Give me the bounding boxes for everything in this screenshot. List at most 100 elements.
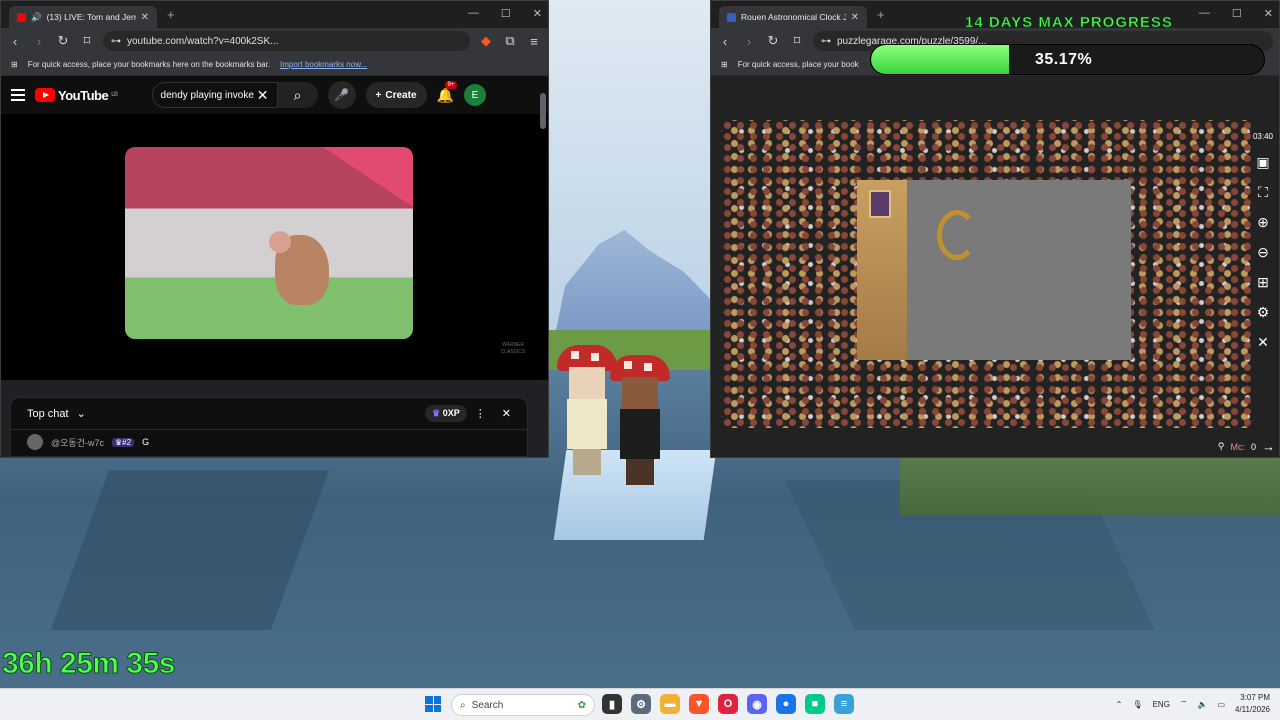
player-character — [610, 355, 670, 485]
close-window-icon[interactable]: ✕ — [533, 7, 542, 20]
clear-search-icon[interactable]: ✕ — [257, 87, 269, 104]
chevron-up-icon[interactable]: ⌃ — [1116, 700, 1123, 709]
bookmarks-message: For quick access, place your bookmarks h… — [27, 60, 271, 69]
search-icon: ⌕ — [293, 86, 302, 103]
forward-icon[interactable]: › — [741, 34, 757, 49]
new-tab-icon[interactable]: + — [877, 7, 885, 22]
maximize-icon[interactable]: ☐ — [1232, 7, 1242, 20]
chat-text: G — [142, 437, 150, 447]
file-explorer-icon[interactable]: ▬ — [660, 694, 680, 714]
chevron-down-icon[interactable]: ⌄ — [77, 407, 86, 420]
chat-mode-dropdown[interactable]: Top chat — [27, 408, 69, 420]
maximize-icon[interactable]: ☐ — [501, 7, 511, 20]
minimize-icon[interactable]: — — [468, 7, 479, 20]
windows-start-icon[interactable] — [425, 696, 441, 712]
back-icon[interactable]: ‹ — [7, 34, 23, 49]
video-player[interactable]: WARNER CLASSICS — [1, 114, 548, 380]
puzzle-timer: 03:40 — [1252, 132, 1274, 141]
tab-puzzle[interactable]: Rouen Astronomical Clock Jigsaw ✕ — [719, 6, 867, 28]
site-info-icon[interactable]: ⊶ — [111, 36, 121, 47]
chrome-icon[interactable]: ● — [776, 694, 796, 714]
opera-icon[interactable]: O — [718, 694, 738, 714]
settings-icon[interactable]: ⚙ — [631, 694, 651, 714]
notepad-icon[interactable]: ≡ — [834, 694, 854, 714]
reload-icon[interactable]: ↻ — [765, 33, 781, 49]
taskbar-search[interactable]: ⌕ Search ✿ — [451, 694, 595, 716]
close-chat-icon[interactable]: ✕ — [502, 407, 511, 420]
player-character — [557, 345, 617, 475]
chat-message: @오동건-w7c ♛#2 G — [11, 430, 527, 454]
reload-icon[interactable]: ↻ — [55, 33, 71, 49]
menu-icon[interactable]: ≡ — [526, 34, 542, 49]
tab-title: Rouen Astronomical Clock Jigsaw — [741, 12, 846, 22]
logo-badge: LB — [111, 92, 118, 98]
close-tab-icon[interactable]: ✕ — [851, 12, 859, 23]
voice-search-button[interactable]: 🎤 — [327, 81, 356, 109]
zoom-out-icon[interactable]: ⊖ — [1257, 244, 1269, 261]
plus-icon: + — [375, 89, 382, 101]
create-button[interactable]: + Create — [365, 82, 427, 108]
clock[interactable]: 3:07 PM 4/11/2026 — [1235, 692, 1270, 716]
obs-icon[interactable]: ■ — [805, 694, 825, 714]
zoom-in-icon[interactable]: ⊕ — [1257, 214, 1269, 231]
language-indicator[interactable]: ENG — [1153, 700, 1170, 709]
extensions-icon[interactable]: ⧉ — [502, 33, 518, 49]
bookmarks-bar: ⊞ For quick access, place your bookmarks… — [1, 54, 548, 76]
crown-icon: ♛ — [432, 408, 441, 418]
more-options-icon[interactable]: ⋮ — [475, 407, 486, 420]
rank-badge: ♛#2 — [111, 437, 135, 447]
arrow-right-icon[interactable]: → — [1262, 439, 1275, 454]
bookmark-icon[interactable]: ⌑ — [789, 33, 805, 49]
puzzle-board[interactable] — [857, 180, 1131, 360]
site-info-icon[interactable]: ⊶ — [821, 36, 831, 47]
speaker-icon[interactable]: 🔊 — [31, 12, 42, 23]
search-button[interactable]: ⌕ — [277, 82, 318, 108]
notifications-button[interactable]: 🔔 9+ — [437, 80, 458, 104]
assembled-window — [869, 190, 891, 218]
brave-shield-icon[interactable]: ◆ — [478, 33, 494, 49]
settings-icon[interactable]: ⚙ — [1257, 304, 1270, 321]
volume-icon[interactable]: 🔈 — [1197, 700, 1207, 709]
taskbar: ⌕ Search ✿ ▮ ⚙ ▬ ▼ O ◉ ● ■ ≡ ⌃ 🎙 ENG ⌔ 🔈 ▭ 3:07 … — [0, 688, 1280, 720]
grid-icon[interactable]: ⊞ — [1257, 274, 1269, 291]
battery-icon[interactable]: ▭ — [1217, 700, 1225, 709]
xp-badge[interactable]: ♛ 0XP — [425, 405, 467, 422]
youtube-favicon-icon — [17, 12, 26, 22]
apps-icon[interactable]: ⊞ — [721, 60, 728, 69]
address-bar[interactable]: ⊶ youtube.com/watch?v=400k2SK... — [103, 31, 470, 51]
new-tab-icon[interactable]: + — [167, 7, 175, 22]
xp-label: 0XP — [442, 408, 460, 418]
close-tab-icon[interactable]: ✕ — [141, 12, 149, 23]
back-icon[interactable]: ‹ — [717, 34, 733, 49]
microphone-icon: 🎤 — [334, 88, 349, 102]
wifi-icon[interactable]: ⌔ — [1180, 699, 1188, 709]
image-preview-icon[interactable]: ▣ — [1256, 154, 1269, 171]
import-bookmarks-link[interactable]: Import bookmarks now... — [280, 60, 367, 69]
minimize-icon[interactable]: — — [1199, 7, 1210, 20]
task-view-icon[interactable]: ▮ — [602, 694, 622, 714]
tab-youtube[interactable]: 🔊 (13) LIVE: Tom and Jerry C ✕ — [9, 6, 157, 28]
hamburger-menu-icon[interactable] — [11, 89, 25, 101]
scrollbar[interactable] — [540, 93, 546, 129]
microphone-icon[interactable]: 🎙 — [1132, 700, 1142, 709]
avatar[interactable]: E — [463, 84, 486, 106]
close-window-icon[interactable]: ✕ — [1264, 7, 1273, 20]
bookmark-icon[interactable]: ⌑ — [79, 33, 95, 49]
search-input[interactable]: dendy playing invoke ✕ — [151, 82, 278, 108]
counter-label: Mc: — [1230, 441, 1245, 452]
forward-icon[interactable]: › — [31, 34, 47, 49]
progress-bar: 35.17% — [870, 44, 1265, 75]
fullscreen-icon[interactable]: ⛶ — [1258, 184, 1268, 201]
apps-icon[interactable]: ⊞ — [11, 60, 18, 69]
clock-pieces — [937, 210, 977, 260]
youtube-logo[interactable]: YouTube LB — [35, 88, 118, 103]
live-chat-panel: Top chat ⌄ ♛ 0XP ⋮ ✕ @오동건-w7c ♛#2 G — [10, 397, 528, 457]
puzzle-canvas[interactable]: 03:40 ▣ ⛶ ⊕ ⊖ ⊞ ⚙ ✕ ⚲ Mc: 0 → — [711, 76, 1279, 457]
logo-text: YouTube — [58, 87, 109, 103]
brave-icon[interactable]: ▼ — [689, 694, 709, 714]
goal-title: 14 DAYS MAX PROGRESS — [965, 14, 1173, 32]
discord-icon[interactable]: ◉ — [747, 694, 767, 714]
video-frame[interactable] — [125, 147, 413, 339]
puzzle-favicon-icon — [727, 12, 736, 22]
close-icon[interactable]: ✕ — [1257, 334, 1269, 351]
